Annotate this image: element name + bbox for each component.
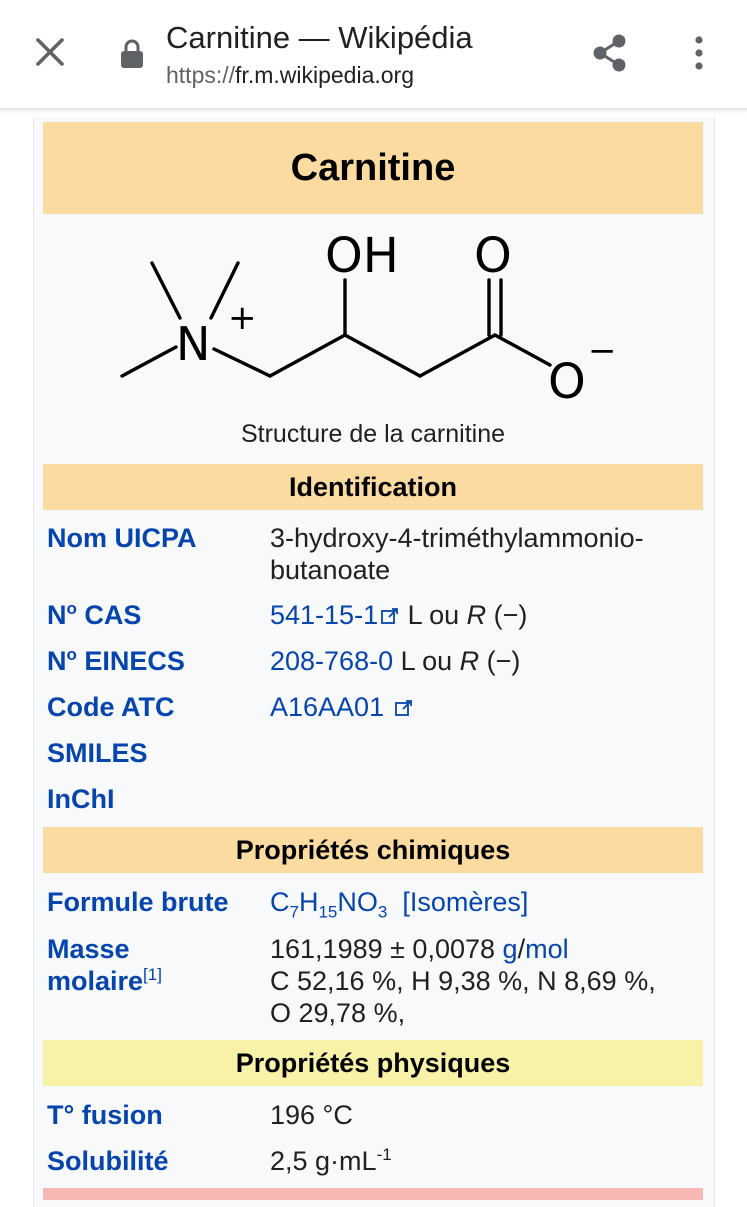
atc-code-label[interactable]: Code ATC xyxy=(47,691,175,723)
oxygen-minus-label: O xyxy=(548,354,586,410)
iupac-name-value: 3-hydroxy-4-triméthylammonio- butanoate xyxy=(270,522,644,586)
external-link-icon xyxy=(381,608,398,624)
section-header-physical-properties: Propriétés physiques xyxy=(43,1040,703,1086)
solubility-label[interactable]: Solubilité xyxy=(47,1145,169,1177)
atc-code-link[interactable]: A16AA01 xyxy=(270,692,384,722)
url-domain: fr.m.wikipedia.org xyxy=(235,62,415,88)
formula-label[interactable]: Formule brute xyxy=(47,886,229,918)
isomers-link[interactable]: [Isomères] xyxy=(402,887,528,917)
composition-line1: C 52,16 %, H 9,38 %, N 8,69 %, xyxy=(270,966,656,996)
nitrogen-label: N xyxy=(176,317,210,371)
einecs-note-suffix: (−) xyxy=(479,646,521,676)
inchi-label[interactable]: InChI xyxy=(47,783,115,815)
cas-number-label[interactable]: No CAS xyxy=(47,599,141,631)
molar-mass-reference[interactable]: [1] xyxy=(143,965,162,984)
section-header-identification: Identification xyxy=(43,464,703,510)
plus-charge-label: + xyxy=(228,298,257,338)
einecs-number-value: 208-768-0 L ou R (−) xyxy=(270,645,520,677)
structure-image[interactable]: OH O N + O − xyxy=(110,222,640,412)
einecs-number-label[interactable]: No EINECS xyxy=(47,645,185,677)
iupac-name-line1: 3-hydroxy-4-triméthylammonio- xyxy=(270,523,644,553)
url-scheme: https:// xyxy=(166,62,236,88)
infobox-title: Carnitine xyxy=(43,122,703,214)
section-header-chemical-properties: Propriétés chimiques xyxy=(43,827,703,873)
iupac-name-line2: butanoate xyxy=(270,555,391,585)
carbonyl-o-label: O xyxy=(474,228,512,284)
external-link-icon xyxy=(394,700,412,716)
cas-number-link[interactable]: 541-15-1 xyxy=(270,600,378,630)
molar-mass-value: 161,1989 ± 0,0078 g/mol C 52,16 %, H 9,3… xyxy=(270,934,656,1028)
carnitine-structure-diagram: OH O N + O − xyxy=(120,228,617,410)
share-icon xyxy=(593,34,626,72)
cas-note-prefix: L ou xyxy=(400,600,467,630)
molar-mass-number: 161,1989 ± 0,0078 xyxy=(270,934,503,964)
close-icon xyxy=(36,38,64,66)
image-caption: Structure de la carnitine xyxy=(240,420,506,448)
more-options-button[interactable] xyxy=(684,32,714,76)
solubility-value: 2,5 g·mL-1 xyxy=(270,1145,392,1176)
browser-toolbar: Carnitine — Wikipédia https://fr.m.wikip… xyxy=(0,0,747,109)
cas-number-value: 541-15-1 L ou R (−) xyxy=(270,599,527,631)
page-url[interactable]: https://fr.m.wikipedia.org xyxy=(166,62,414,89)
close-tab-button[interactable] xyxy=(28,30,72,74)
composition-line2: O 29,78 %, xyxy=(270,998,406,1028)
mol-unit-link[interactable]: mol xyxy=(525,934,569,964)
formula-value: C7H15NO3 [Isomères] xyxy=(270,886,528,920)
melting-point-label[interactable]: T° fusion xyxy=(47,1099,163,1131)
oh-label: OH xyxy=(325,228,399,284)
atc-code-value: A16AA01 xyxy=(270,691,414,723)
smiles-label[interactable]: SMILES xyxy=(47,737,148,769)
iupac-name-label[interactable]: Nom UICPA xyxy=(47,522,197,554)
einecs-note-r: R xyxy=(459,646,480,676)
cas-no-sup: o xyxy=(66,599,77,618)
more-vert-icon xyxy=(695,36,703,70)
lock-icon xyxy=(118,38,146,70)
molar-mass-label[interactable]: Masse molaire[1] xyxy=(47,933,162,997)
einecs-note-prefix: L ou xyxy=(393,646,460,676)
melting-point-value: 196 °C xyxy=(270,1100,353,1130)
share-button[interactable] xyxy=(588,30,632,76)
cas-note-r: R xyxy=(466,600,487,630)
cas-note-suffix: (−) xyxy=(486,600,528,630)
einecs-no-sup: o xyxy=(66,645,77,664)
einecs-number-link[interactable]: 208-768-0 xyxy=(270,646,393,676)
section-header-next-partial xyxy=(43,1188,703,1200)
minus-charge-label: − xyxy=(588,331,617,371)
gram-unit-link[interactable]: g xyxy=(503,934,518,964)
page-title: Carnitine — Wikipédia xyxy=(166,20,473,55)
formula-link[interactable]: C7H15NO3 xyxy=(270,887,387,920)
